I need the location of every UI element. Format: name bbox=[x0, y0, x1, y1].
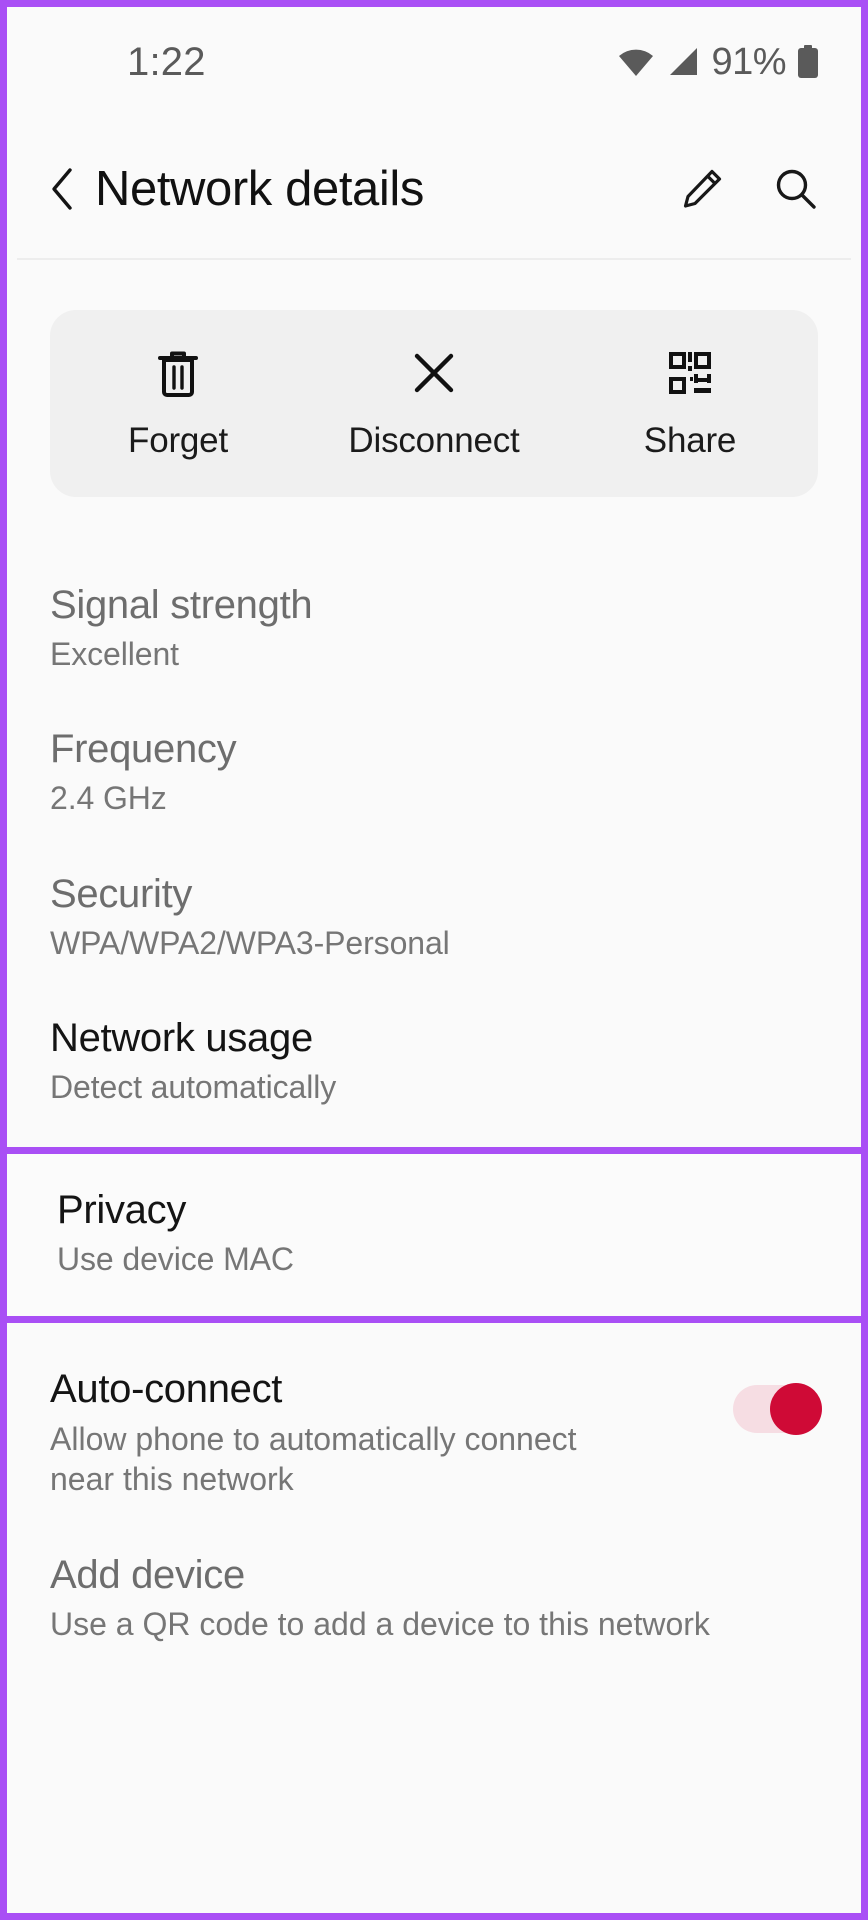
add-device-value: Use a QR code to add a device to this ne… bbox=[50, 1606, 710, 1643]
status-bar: 1:22 91% bbox=[7, 7, 861, 117]
wifi-icon bbox=[617, 47, 655, 77]
network-detail-list: Signal strength Excellent Frequency 2.4 … bbox=[7, 497, 861, 1643]
battery-percent-label: 91% bbox=[711, 40, 786, 83]
close-x-icon bbox=[410, 347, 458, 399]
auto-connect-text: Auto-connect Allow phone to automaticall… bbox=[50, 1367, 713, 1499]
row-security: Security WPA/WPA2/WPA3-Personal bbox=[7, 818, 861, 962]
back-chevron-icon[interactable] bbox=[45, 163, 79, 215]
frequency-value: 2.4 GHz bbox=[50, 780, 167, 817]
content-scroll-area: Forget Disconnect Share Signal strength … bbox=[7, 310, 861, 1644]
battery-icon bbox=[797, 45, 819, 79]
status-time: 1:22 bbox=[127, 39, 206, 84]
app-bar-divider bbox=[17, 258, 851, 260]
forget-button[interactable]: Forget bbox=[50, 310, 306, 497]
pencil-edit-icon[interactable] bbox=[677, 164, 727, 214]
status-indicators: 91% bbox=[617, 41, 819, 84]
network-action-card: Forget Disconnect Share bbox=[50, 310, 818, 497]
auto-connect-toggle[interactable] bbox=[733, 1382, 822, 1435]
cellular-signal-icon bbox=[666, 47, 700, 77]
auto-connect-toggle-knob bbox=[770, 1382, 822, 1435]
signal-strength-value: Excellent bbox=[50, 636, 179, 672]
page-title: Network details bbox=[95, 161, 424, 216]
phone-screen: 1:22 91% Network details Forget Disconne… bbox=[0, 0, 868, 1920]
forget-button-label: Forget bbox=[128, 420, 228, 460]
share-button-label: Share bbox=[643, 420, 737, 460]
trash-icon bbox=[156, 347, 200, 399]
row-signal-strength: Signal strength Excellent bbox=[7, 497, 861, 673]
app-bar: Network details bbox=[7, 117, 861, 260]
share-button[interactable]: Share bbox=[562, 310, 818, 497]
add-device-title: Add device bbox=[50, 1553, 245, 1598]
search-icon[interactable] bbox=[771, 164, 821, 214]
auto-connect-title: Auto-connect bbox=[50, 1366, 283, 1411]
qr-code-icon bbox=[666, 347, 714, 399]
network-usage-title: Network usage bbox=[50, 1016, 313, 1061]
row-add-device[interactable]: Add device Use a QR code to add a device… bbox=[7, 1499, 861, 1643]
privacy-title: Privacy bbox=[57, 1187, 187, 1232]
security-value: WPA/WPA2/WPA3-Personal bbox=[50, 924, 450, 961]
privacy-value: Use device MAC bbox=[57, 1240, 294, 1277]
row-frequency: Frequency 2.4 GHz bbox=[7, 673, 861, 817]
disconnect-button-label: Disconnect bbox=[348, 420, 520, 460]
auto-connect-description: Allow phone to automatically connect nea… bbox=[50, 1420, 577, 1497]
security-title: Security bbox=[50, 871, 193, 916]
signal-strength-title: Signal strength bbox=[50, 583, 313, 627]
row-privacy[interactable]: Privacy Use device MAC bbox=[7, 1146, 861, 1323]
row-auto-connect[interactable]: Auto-connect Allow phone to automaticall… bbox=[7, 1323, 861, 1499]
disconnect-button[interactable]: Disconnect bbox=[306, 310, 562, 497]
app-bar-actions bbox=[677, 164, 821, 214]
network-usage-value: Detect automatically bbox=[50, 1069, 337, 1106]
frequency-title: Frequency bbox=[50, 727, 237, 772]
row-network-usage[interactable]: Network usage Detect automatically bbox=[7, 962, 861, 1146]
